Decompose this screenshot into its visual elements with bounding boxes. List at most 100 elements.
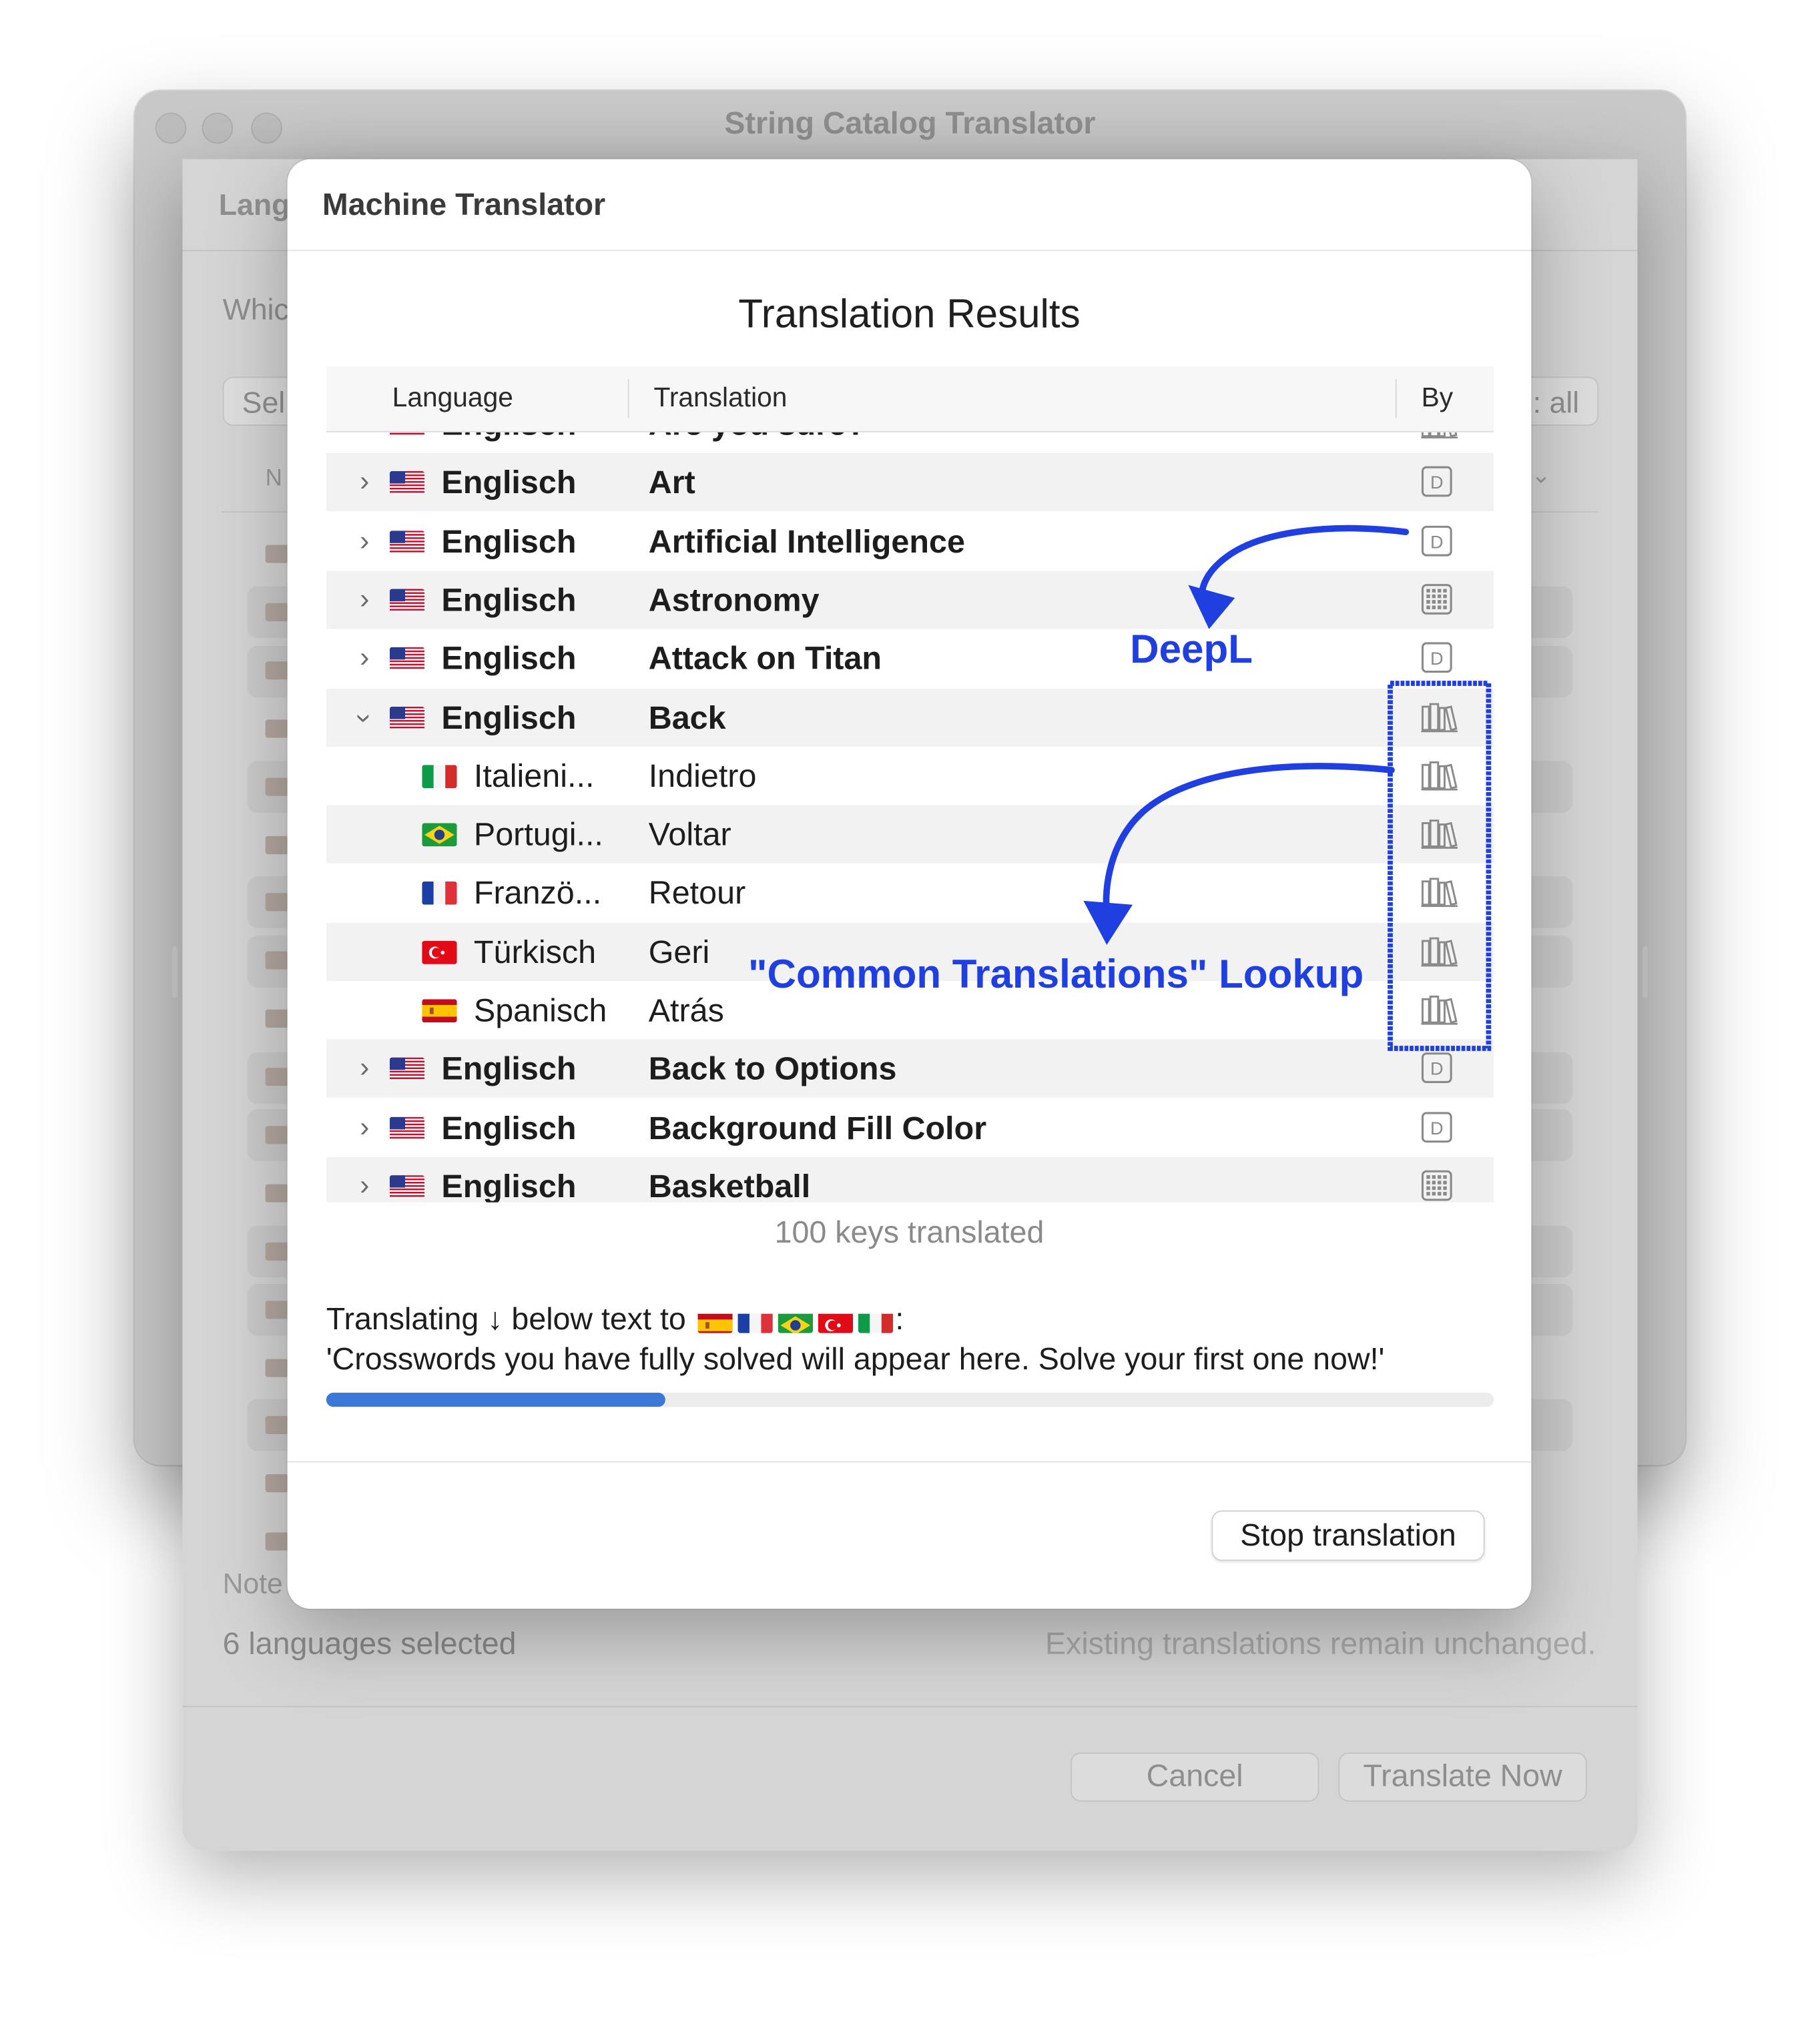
cancel-button[interactable]: Cancel (1070, 1752, 1319, 1802)
flag-icon (737, 1309, 773, 1333)
flag-icon (265, 1068, 289, 1086)
flag-icon (265, 1532, 289, 1551)
column-divider[interactable] (627, 379, 629, 418)
flag-icon (265, 777, 289, 796)
table-row[interactable]: › Englisch Artificial Intelligence D (326, 512, 1494, 570)
row-translation: Atrás (648, 992, 724, 1029)
translating-status: Translating ↓ below text to : (326, 1302, 904, 1338)
table-row[interactable]: › Englisch Art D (326, 453, 1494, 512)
chevron-right-icon[interactable]: › (360, 465, 369, 498)
table-body: › Englisch Are you sure? › Englisch Art D › Engl… (326, 430, 1494, 1203)
grid-icon (1420, 1168, 1454, 1202)
books-icon (1420, 817, 1458, 850)
row-translation: Background Fill Color (648, 1110, 987, 1146)
flag-icon (265, 661, 289, 680)
row-translation: Astronomy (648, 582, 820, 619)
table-row[interactable]: › Englisch Background Fill Color D (326, 1098, 1494, 1156)
flag-icon (265, 1474, 289, 1493)
books-icon (1420, 993, 1458, 1026)
flag-icon (265, 951, 289, 970)
row-translation: Art (648, 464, 695, 502)
row-translation: Are you sure? (649, 431, 866, 444)
column-header-language[interactable]: Language (392, 383, 513, 414)
deepl-icon: D (1420, 1110, 1454, 1143)
flag-icon (265, 1415, 289, 1434)
progress-bar (326, 1392, 1494, 1407)
chevron-down-icon[interactable]: › (348, 713, 381, 722)
row-translation: Indietro (648, 758, 757, 795)
column-header-translation[interactable]: Translation (653, 383, 787, 414)
deepl-icon: D (1420, 1051, 1454, 1084)
flag-icon (265, 1301, 289, 1319)
translating-suffix: : (895, 1302, 904, 1337)
chevron-right-icon[interactable]: › (360, 431, 369, 440)
row-language: Italieni... (473, 758, 595, 795)
flag-icon (265, 893, 289, 912)
table-row[interactable]: › Englisch Back to Options D (326, 1039, 1494, 1098)
books-icon (1420, 699, 1458, 733)
target-flags (695, 1302, 896, 1337)
deepl-icon: D (1420, 641, 1454, 674)
divider (182, 1706, 1638, 1708)
books-icon (1420, 876, 1458, 909)
row-translation: Voltar (648, 817, 731, 854)
table-row[interactable]: Portugi... Voltar (326, 805, 1494, 864)
flag-icon (389, 647, 425, 671)
row-language: Portugi... (473, 817, 603, 854)
row-translation: Retour (648, 875, 746, 912)
divider (287, 1461, 1532, 1463)
row-translation: Attack on Titan (648, 641, 882, 677)
common-translations-annotation: "Common Translations" Lookup (748, 951, 1364, 997)
flag-icon (777, 1309, 813, 1333)
keys-translated-count: 100 keys translated (774, 1215, 1044, 1251)
table-row[interactable]: Franzö... Retour (326, 864, 1494, 922)
flag-icon (858, 1309, 893, 1333)
books-icon (1420, 758, 1458, 791)
chevron-right-icon[interactable]: › (360, 1110, 369, 1143)
table-row[interactable]: › Englisch Basketball (326, 1156, 1494, 1203)
row-translation: Back to Options (648, 1051, 897, 1088)
translating-prefix: Translating ↓ below text to (326, 1302, 686, 1337)
row-language: Türkisch (473, 934, 597, 971)
chevron-right-icon[interactable]: › (360, 524, 369, 557)
chevron-right-icon[interactable]: › (360, 1051, 369, 1084)
deepl-icon: D (1420, 524, 1454, 557)
books-icon (1420, 430, 1458, 440)
results-title: Translation Results (738, 291, 1081, 337)
stop-translation-button[interactable]: Stop translation (1211, 1510, 1485, 1562)
svg-text:D: D (1430, 648, 1444, 669)
chevron-down-icon[interactable]: ⌄ (1531, 462, 1550, 489)
row-language: Englisch (441, 699, 577, 736)
chevron-right-icon[interactable]: › (360, 583, 369, 616)
chevron-right-icon[interactable]: › (360, 641, 369, 674)
flag-icon (265, 719, 289, 738)
table-row[interactable]: › Englisch Are you sure? (326, 430, 1494, 453)
row-translation: Basketball (648, 1168, 811, 1203)
table-row[interactable]: › Englisch Back (326, 687, 1494, 747)
flag-icon (389, 471, 425, 495)
deepl-annotation: DeepL (1130, 626, 1253, 672)
chevron-right-icon[interactable]: › (360, 1168, 369, 1202)
progress-fill (326, 1392, 665, 1407)
row-language: Englisch (441, 1110, 577, 1146)
flag-icon (265, 1242, 289, 1261)
table-row[interactable]: Italieni... Indietro (326, 747, 1494, 805)
table-row[interactable]: › Englisch Attack on Titan D (326, 629, 1494, 687)
table-row[interactable]: › Englisch Astronomy (326, 571, 1494, 629)
flag-icon (422, 882, 457, 906)
name-column-header[interactable]: N (266, 464, 282, 492)
flag-icon (265, 1009, 289, 1028)
sheet-title: Lang (218, 188, 290, 222)
row-language: Englisch (441, 1051, 577, 1088)
translate-now-button[interactable]: Translate Now (1338, 1752, 1587, 1802)
table-header: Language Translation By (326, 366, 1494, 432)
column-divider[interactable] (1395, 379, 1397, 418)
flag-icon (817, 1309, 853, 1333)
flag-icon (389, 1174, 425, 1199)
column-header-by[interactable]: By (1422, 383, 1454, 414)
row-language: Englisch (441, 641, 577, 677)
row-language: Englisch (441, 464, 577, 502)
row-language: Englisch (441, 1168, 577, 1203)
svg-text:D: D (1430, 1058, 1444, 1079)
flag-icon (422, 764, 457, 788)
